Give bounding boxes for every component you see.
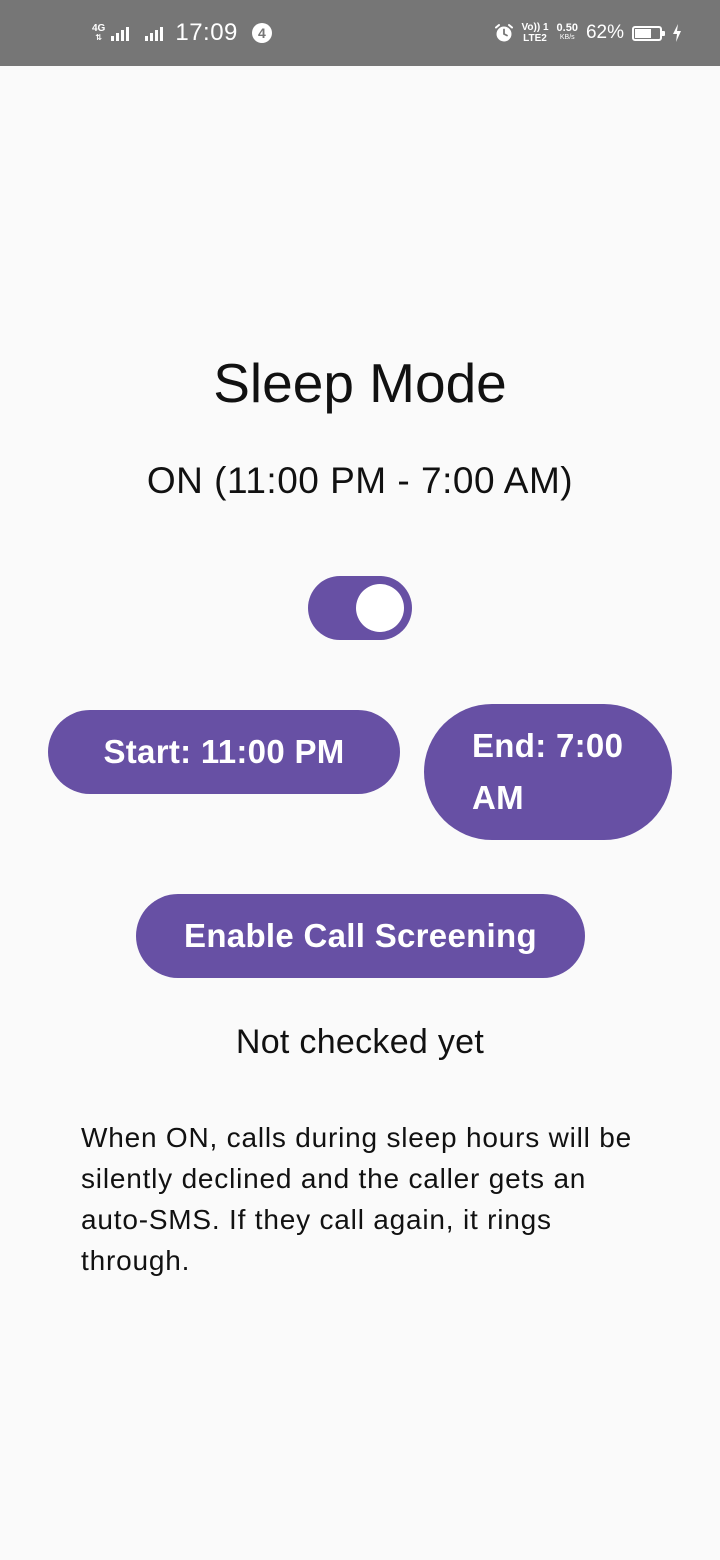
network-speed-unit: KB/s: [559, 34, 575, 41]
end-time-button-label: End: 7:00 AM: [472, 727, 624, 816]
network-speed-value: 0.50: [556, 22, 578, 34]
charging-icon: [673, 24, 681, 42]
volte-label: Vo)) 1: [521, 22, 549, 33]
network-speed: 0.50 KB/s: [557, 23, 578, 43]
volte-indicator: Vo)) 1 LTE2: [522, 22, 549, 44]
battery-percentage: 62%: [585, 22, 624, 43]
signal-icon-sim2: [145, 25, 164, 41]
start-time-button[interactable]: Start: 11:00 PM: [48, 710, 400, 794]
sleep-mode-toggle[interactable]: [308, 576, 412, 640]
enable-call-screening-label: Enable Call Screening: [184, 917, 537, 954]
status-bar-left: 4G ⇅ 17:09 4: [92, 0, 272, 66]
battery-icon: [632, 25, 665, 41]
status-bar-right: Vo)) 1 LTE2 0.50 KB/s 62%: [494, 0, 683, 66]
signal-icon: [111, 25, 130, 41]
notification-count-badge: 4: [251, 23, 272, 43]
end-time-button[interactable]: End: 7:00 AM: [424, 704, 672, 840]
data-arrows-icon: ⇅: [95, 33, 103, 42]
alarm-icon: [494, 24, 513, 42]
page-title: Sleep Mode: [213, 352, 507, 414]
battery-level-fill: [635, 28, 652, 38]
status-bar: 4G ⇅ 17:09 4 Vo)) 1 LTE2 0.50 KB/s 62%: [0, 0, 720, 66]
enable-call-screening-button[interactable]: Enable Call Screening: [136, 894, 585, 978]
sleep-mode-description: When ON, calls during sleep hours will b…: [81, 1122, 633, 1276]
network-type-indicator: 4G ⇅: [92, 24, 105, 42]
lte-label: LTE2: [523, 33, 547, 44]
start-time-button-label: Start: 11:00 PM: [103, 733, 345, 770]
status-time: 17:09: [175, 19, 238, 46]
sleep-mode-status: ON (11:00 PM - 7:00 AM): [146, 460, 574, 501]
call-screening-status: Not checked yet: [235, 1023, 485, 1061]
toggle-thumb: [356, 584, 404, 632]
